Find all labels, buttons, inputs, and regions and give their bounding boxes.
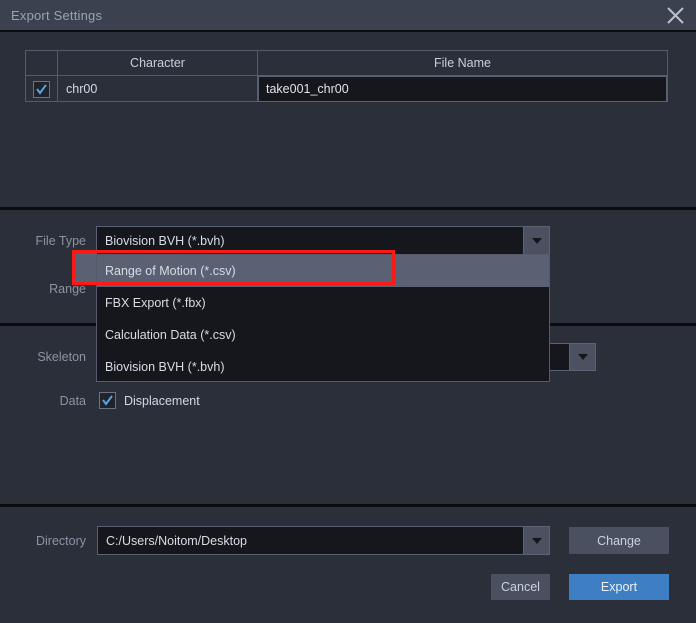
check-icon [102,395,113,406]
directory-label: Directory [35,534,86,548]
directory-select[interactable]: C:/Users/Noitom/Desktop [97,526,550,555]
chevron-down-icon[interactable] [569,344,595,370]
change-button[interactable]: Change [569,527,669,554]
cancel-button[interactable]: Cancel [491,574,550,600]
highlight-fill [75,253,96,282]
displacement-row: Displacement [99,392,200,409]
directory-panel [0,507,696,623]
column-header-checkbox [26,51,58,76]
data-label: Data [59,394,86,408]
dropdown-option-calculation-data[interactable]: Calculation Data (*.csv) [97,319,549,351]
dropdown-option-range-of-motion[interactable]: Range of Motion (*.csv) [97,255,549,287]
range-label: Range [49,282,86,296]
displacement-label: Displacement [124,393,200,408]
chevron-down-icon[interactable] [523,527,549,554]
column-header-character: Character [58,51,258,76]
export-button[interactable]: Export [569,574,669,600]
file-type-dropdown-list[interactable]: Range of Motion (*.csv) FBX Export (*.fb… [96,254,550,382]
cell-filename [258,76,667,102]
table-header-row: Character File Name [26,51,667,76]
dropdown-option-biovision-bvh[interactable]: Biovision BVH (*.bvh) [97,351,549,383]
dropdown-option-fbx-export[interactable]: FBX Export (*.fbx) [97,287,549,319]
check-icon [36,83,47,95]
row-checkbox-cell [26,76,58,102]
export-settings-dialog: Export Settings Character File Name chr0… [0,0,696,623]
file-type-label: File Type [35,234,87,248]
file-type-value: Biovision BVH (*.bvh) [105,233,225,248]
directory-value: C:/Users/Noitom/Desktop [106,533,248,548]
table-row: chr00 [26,76,667,102]
file-type-select[interactable]: Biovision BVH (*.bvh) [96,226,550,255]
filename-input[interactable] [258,76,667,102]
displacement-checkbox[interactable] [99,392,116,409]
chevron-down-icon[interactable] [523,227,549,254]
column-header-filename: File Name [258,51,667,76]
row-select-checkbox[interactable] [33,80,50,98]
window-title: Export Settings [11,8,103,23]
cell-character-name: chr00 [58,76,258,102]
skeleton-label: Skeleton [37,350,86,364]
character-table: Character File Name chr00 [25,50,668,102]
close-icon[interactable] [654,0,696,30]
title-bar: Export Settings [0,0,696,32]
